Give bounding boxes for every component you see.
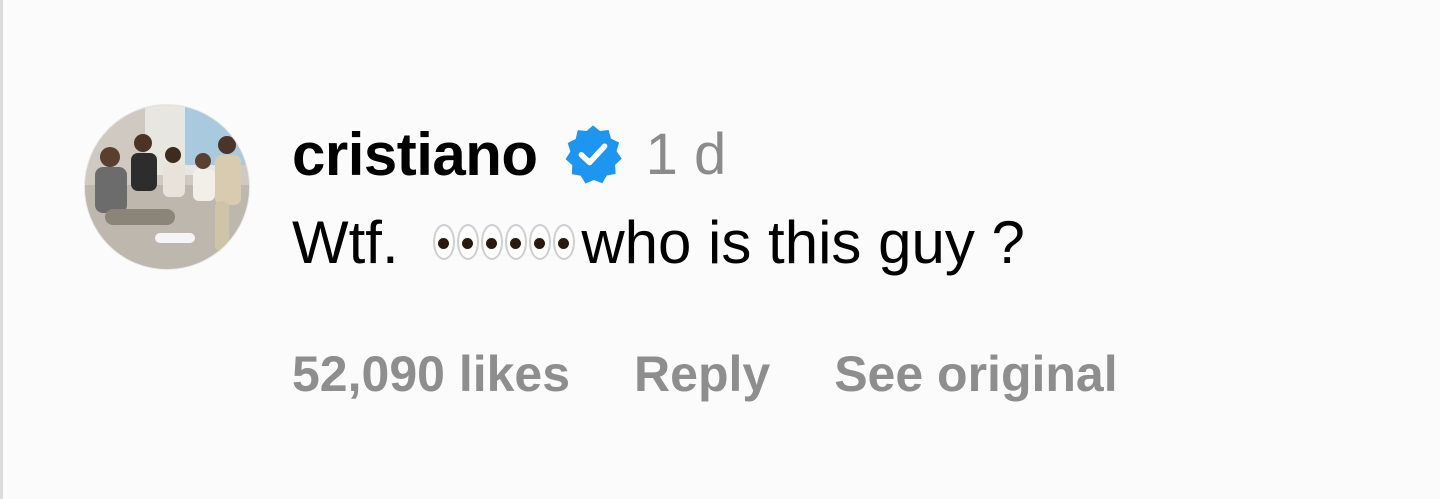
username-link[interactable]: cristiano bbox=[292, 120, 538, 189]
comment-text: Wtf. who is this guy ? bbox=[292, 206, 1182, 278]
comment-header: cristiano 1 d bbox=[292, 118, 1182, 190]
panel-edge bbox=[0, 0, 3, 499]
comment-text-prefix: Wtf. bbox=[292, 208, 416, 276]
eyes-emoji-icon bbox=[433, 224, 577, 260]
verified-badge-icon bbox=[562, 123, 624, 185]
see-original-button[interactable]: See original bbox=[834, 345, 1117, 403]
likes-count[interactable]: 52,090 likes bbox=[292, 345, 570, 403]
comment: cristiano 1 d Wtf. who is this guy ? 52,… bbox=[84, 104, 1182, 404]
reply-button[interactable]: Reply bbox=[634, 345, 770, 403]
comment-actions: 52,090 likes Reply See original bbox=[292, 344, 1182, 404]
comment-text-suffix: who is this guy ? bbox=[581, 208, 1025, 276]
avatar-photo bbox=[85, 105, 249, 269]
comment-body: cristiano 1 d Wtf. who is this guy ? 52,… bbox=[292, 118, 1182, 404]
avatar[interactable] bbox=[84, 104, 250, 270]
timestamp[interactable]: 1 d bbox=[646, 121, 727, 188]
